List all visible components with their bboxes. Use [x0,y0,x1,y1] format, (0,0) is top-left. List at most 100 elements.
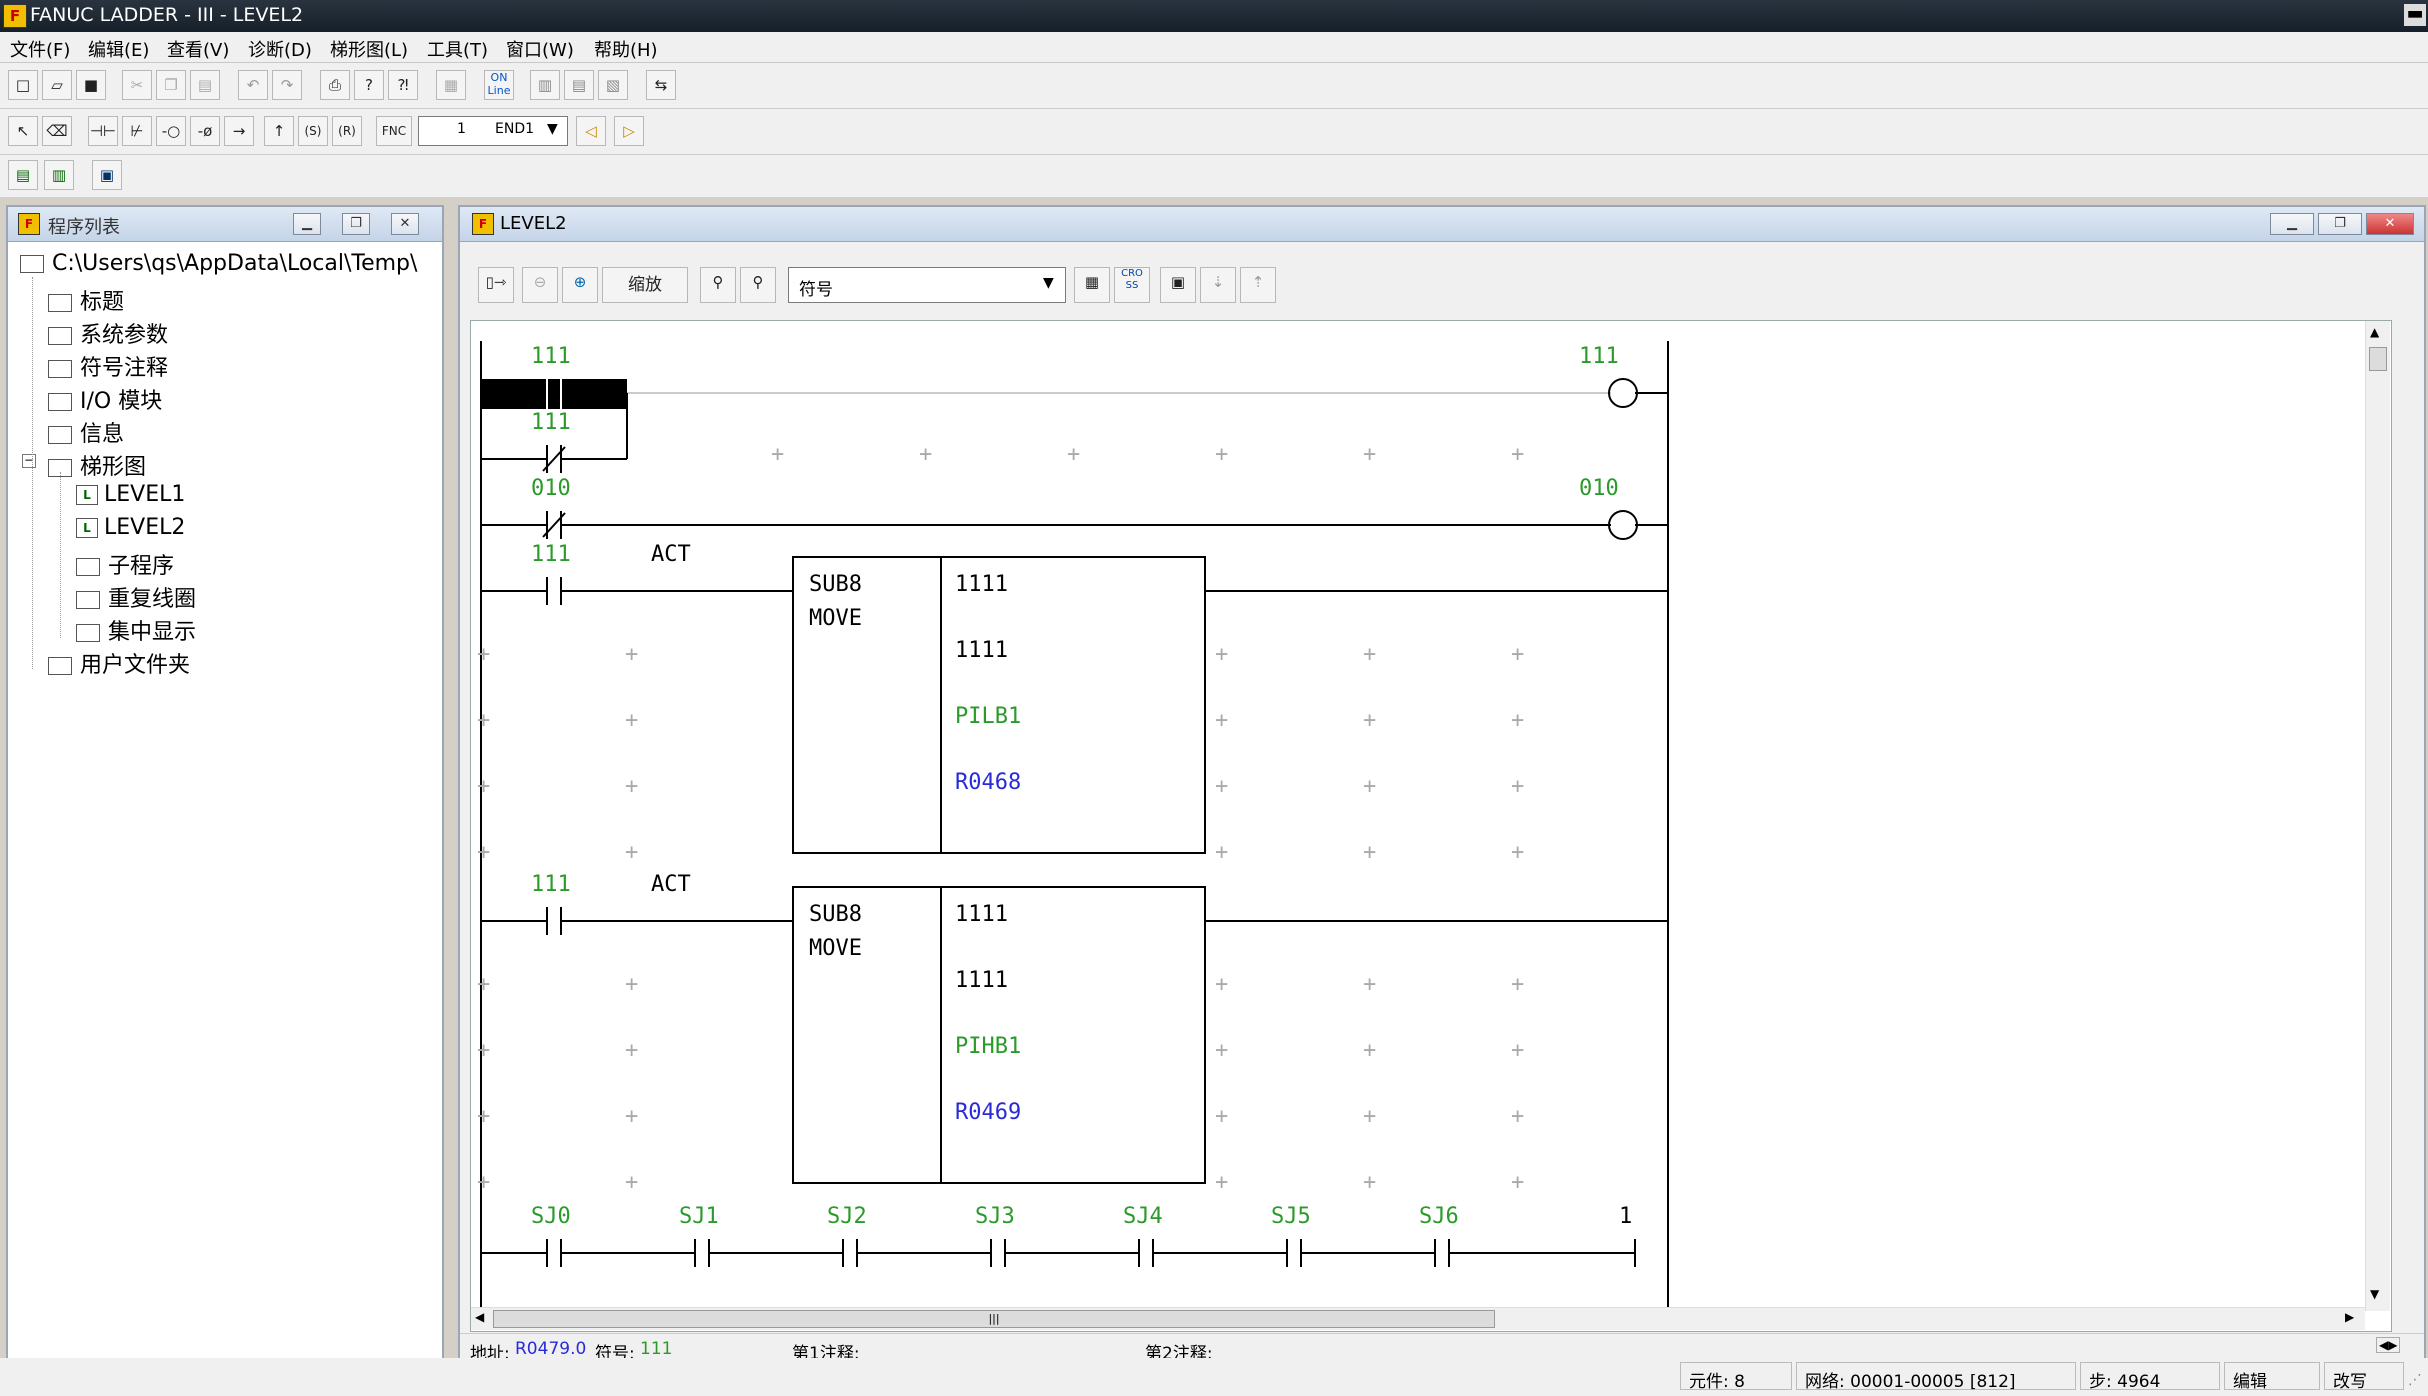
tree-item-io-module[interactable]: I/O 模块 [48,383,162,415]
contact-nc-icon[interactable]: ⊬ [122,116,152,146]
table-icon[interactable]: ▦ [1074,267,1110,303]
rung3-func-name[interactable]: MOVE [809,606,862,631]
vertical-scrollbar[interactable]: ▲ ▼ [2365,321,2390,1311]
zoom-button[interactable]: 缩放 [602,267,688,303]
menu-file[interactable]: 文件(F) [10,36,70,62]
help-icon[interactable]: ? [354,70,384,100]
binoculars-icon[interactable]: ⚲ [700,267,736,303]
search-replace-icon[interactable]: ⚲ [740,267,776,303]
tree-item-symbol-comments[interactable]: 符号注释 [48,350,168,382]
transfer-icon[interactable]: ⇆ [646,70,676,100]
ladder-view-icon[interactable]: ▥ [44,160,74,190]
scroll-up-icon[interactable]: ▲ [2370,325,2379,339]
rung4-param1[interactable]: 1111 [955,902,1008,927]
coil-negated-icon[interactable]: -ø [190,116,220,146]
tree-item-ladder[interactable]: 梯形图 [48,449,146,481]
close-icon[interactable]: ✕ [2366,213,2414,235]
paste-icon[interactable]: ▤ [190,70,220,100]
function-select[interactable]: 1 END1 ▼ [418,116,568,146]
print-icon[interactable]: ⎙ [320,70,350,100]
rung3-param4[interactable]: R0468 [955,770,1021,795]
tree-item-level1[interactable]: L LEVEL1 [76,482,185,507]
scrollbar-thumb[interactable] [2369,347,2387,371]
tree-item-user-folder[interactable]: 用户文件夹 [48,647,190,679]
prev-rung-icon[interactable]: ⇡ [1240,267,1276,303]
menu-window[interactable]: 窗口(W) [506,36,574,62]
tile-vertical-icon[interactable]: ▤ [564,70,594,100]
menu-edit[interactable]: 编辑(E) [88,36,149,62]
chevron-down-icon[interactable]: ▼ [547,121,558,137]
restore-icon[interactable]: ❐ [2318,213,2362,235]
rung1-coil-label[interactable]: 111 [1579,344,1619,369]
rung5-contact-sj2[interactable]: SJ2 [827,1204,867,1229]
next-rung-icon[interactable]: ⇣ [1200,267,1236,303]
copy-icon[interactable]: ❐ [156,70,186,100]
tree-item-level2[interactable]: L LEVEL2 [76,515,185,540]
open-file-icon[interactable]: ▱ [42,70,72,100]
rung5-contact-sj4[interactable]: SJ4 [1123,1204,1163,1229]
rung4-param2[interactable]: 1111 [955,968,1008,993]
insert-rung-icon[interactable]: ▯⇾ [478,267,514,303]
search-prev-icon[interactable]: ◁ [576,116,606,146]
ladder-canvas[interactable]: + + + + + + + + + + + + + + + + + + + + + + + + + + + + + + + + + +… [470,320,2392,1332]
minimize-icon[interactable]: ▁ [293,213,321,235]
contact-no-icon[interactable]: ⊣⊢ [88,116,118,146]
cascade-icon[interactable]: ▧ [598,70,628,100]
menu-diagnose[interactable]: 诊断(D) [248,36,312,62]
rung4-contact-label[interactable]: 111 [531,872,571,897]
display-mode-select[interactable]: 符号 ▼ [788,267,1066,303]
ladder-diagram[interactable]: + + + + + + + + + + + + + + + + + + + + + + + + + + + + + + + + + +… [471,321,2389,1329]
eraser-icon[interactable]: ⌫ [42,116,72,146]
rung4-func-name[interactable]: MOVE [809,936,862,961]
rung3-param1[interactable]: 1111 [955,572,1008,597]
menu-ladder[interactable]: 梯形图(L) [330,36,408,62]
tree-item-message[interactable]: 信息 [48,416,124,448]
rung5-contact-sj6[interactable]: SJ6 [1419,1204,1459,1229]
rung4-func-label[interactable]: SUB8 [809,902,862,927]
chevron-down-icon[interactable]: ▼ [1043,275,1054,291]
vertical-line-icon[interactable]: ↑ [264,116,294,146]
select-arrow-icon[interactable]: ↖ [8,116,38,146]
minimize-icon[interactable]: ▁ [2270,213,2314,235]
program-list-icon[interactable]: ▤ [8,160,38,190]
tree-item-title[interactable]: 标题 [48,284,124,316]
close-icon[interactable]: ✕ [391,213,419,235]
monitor-icon[interactable]: ▣ [1160,267,1196,303]
zoom-out-icon[interactable]: ⊖ [522,267,558,303]
resize-grip-icon[interactable]: ⋰ [2408,1372,2422,1388]
menu-help[interactable]: 帮助(H) [594,36,658,62]
monitor-icon[interactable]: ▣ [92,160,122,190]
scroll-down-icon[interactable]: ▼ [2370,1287,2379,1301]
undo-icon[interactable]: ↶ [238,70,268,100]
cross-ref-icon[interactable]: CRO SS [1114,267,1150,303]
rung3-param2[interactable]: 1111 [955,638,1008,663]
tree-item-duplicate-coil[interactable]: 重复线圈 [76,581,196,613]
menu-tools[interactable]: 工具(T) [427,36,488,62]
zoom-in-icon[interactable]: ⊕ [562,267,598,303]
scroll-right-icon[interactable]: ▶ [2345,1310,2354,1324]
save-icon[interactable]: ■ [76,70,106,100]
context-help-icon[interactable]: ⁈ [388,70,418,100]
tree-item-system-params[interactable]: 系统参数 [48,317,168,349]
set-coil-icon[interactable]: (S) [298,116,328,146]
rung1-contact2-label[interactable]: 111 [531,410,571,435]
minimize-icon[interactable]: ▬ [2404,4,2426,26]
tree-item-collective-display[interactable]: 集中显示 [76,614,196,646]
restore-icon[interactable]: ❐ [342,213,370,235]
horizontal-scrollbar[interactable]: ◀ ||| ▶ [471,1307,2365,1330]
fnc-button[interactable]: FNC [376,116,412,146]
status-scroll-icon[interactable]: ◀▶ [2376,1337,2401,1353]
tree-item-subprogram[interactable]: 子程序 [76,548,174,580]
rung5-contact-sj0[interactable]: SJ0 [531,1204,571,1229]
online-icon[interactable]: ON Line [484,70,514,100]
tree-root[interactable]: C:\Users\qs\AppData\Local\Temp\ [20,251,417,276]
rung3-func-label[interactable]: SUB8 [809,572,862,597]
rung3-param3[interactable]: PILB1 [955,704,1021,729]
tile-horizontal-icon[interactable]: ▥ [530,70,560,100]
rung3-contact-label[interactable]: 111 [531,542,571,567]
menu-view[interactable]: 查看(V) [167,36,229,62]
rung2-coil-label[interactable]: 010 [1579,476,1619,501]
cut-icon[interactable]: ✂ [122,70,152,100]
scrollbar-thumb[interactable]: ||| [493,1310,1495,1328]
scroll-left-icon[interactable]: ◀ [475,1310,484,1324]
